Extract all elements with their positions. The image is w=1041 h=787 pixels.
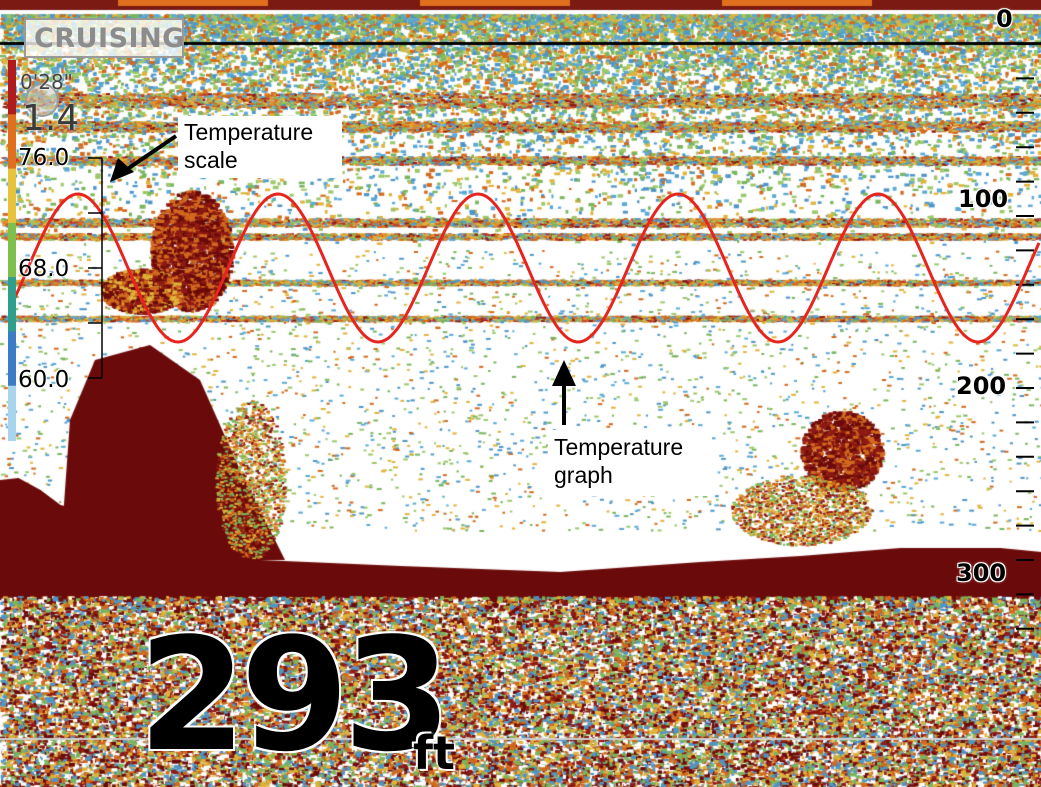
callout-line: graph [554, 462, 613, 488]
temperature-graph-callout: Temperature graph [548, 430, 712, 496]
color-gain-bar [8, 60, 16, 441]
gain-bar-segment [8, 114, 16, 170]
sonar-screen: CRUISING 0'28" 1.4 76.0 68.0 60.0 0 100 … [0, 0, 1041, 787]
depth-label-300: 300 [956, 559, 1007, 587]
mode-label: CRUISING [34, 23, 185, 54]
callout-line: scale [184, 147, 238, 173]
temp-scale-min: 60.0 [18, 367, 70, 393]
depth-label-0: 0 [996, 5, 1013, 33]
temp-scale-max: 76.0 [18, 145, 70, 171]
digital-depth-readout: 293 [138, 604, 452, 786]
depth-label-100: 100 [958, 185, 1009, 213]
temperature-graph-line [8, 192, 1041, 344]
gain-bar-segment [8, 60, 16, 116]
gain-bar-segment [8, 222, 16, 279]
arrow-icon [110, 158, 134, 182]
arrow-shaft [124, 134, 178, 172]
gain-bar-segment [8, 385, 16, 441]
callout-line: Temperature [554, 434, 684, 460]
depth-unit: ft [413, 726, 456, 780]
mode-badge[interactable]: CRUISING [24, 18, 184, 58]
temp-scale-mid: 68.0 [18, 256, 70, 282]
gain-bar-segment [8, 168, 16, 224]
depth-scale-ticks [1016, 43, 1034, 630]
callout-arrows [110, 134, 576, 425]
arrow-icon [552, 360, 576, 386]
gain-bar-segment [8, 331, 16, 387]
speed-large-readout: 1.4 [22, 98, 80, 139]
gain-bar-segment [8, 277, 16, 333]
temperature-scale-bracket [88, 157, 103, 379]
depth-label-200: 200 [956, 372, 1007, 400]
callout-line: Temperature [184, 119, 314, 145]
temperature-scale-callout: Temperature scale [178, 116, 342, 178]
speed-small-readout: 0'28" [20, 70, 73, 94]
